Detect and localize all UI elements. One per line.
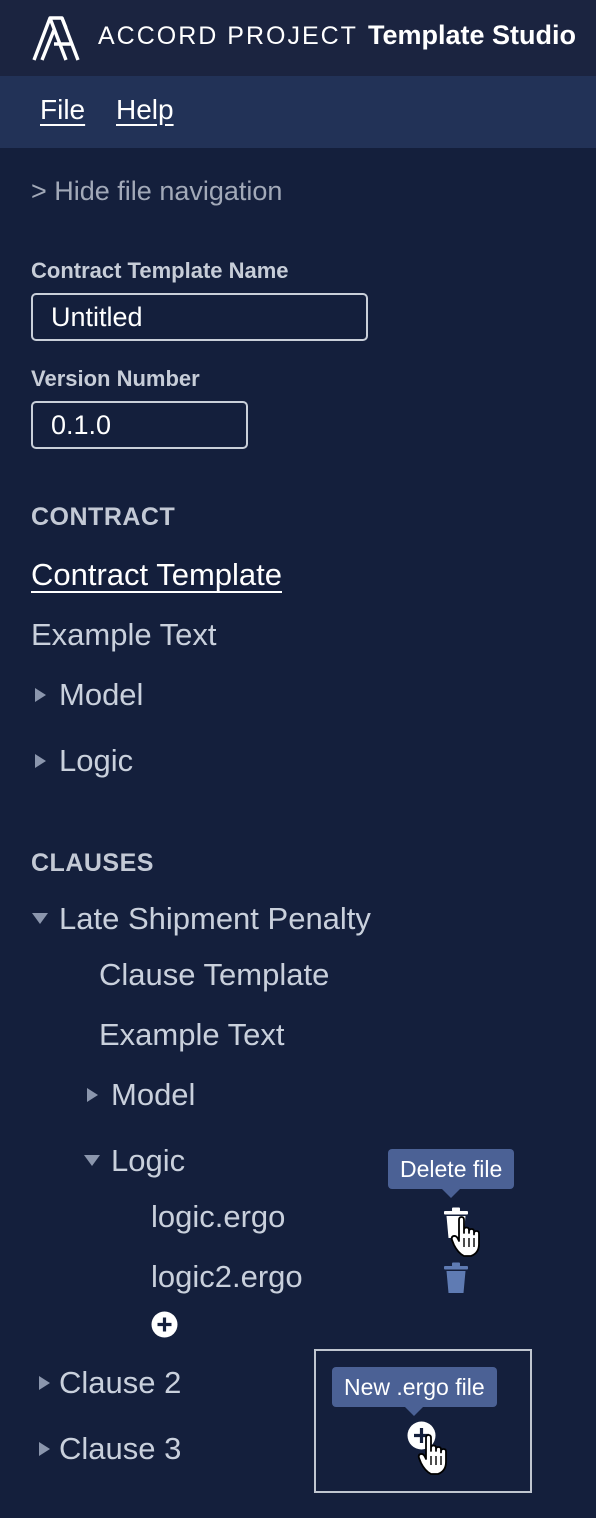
brand-name: ACCORD PROJECT	[98, 22, 358, 50]
logic-file-item[interactable]: logic.ergo	[151, 1199, 285, 1235]
clause-2-link[interactable]: Clause 2	[59, 1365, 181, 1401]
hand-cursor-icon	[417, 1434, 447, 1475]
expand-model-icon[interactable]	[35, 688, 46, 702]
clause-model-link[interactable]: Model	[111, 1077, 195, 1113]
logic2-file-item[interactable]: logic2.ergo	[151, 1259, 303, 1295]
new-ergo-file-tooltip: New .ergo file	[332, 1367, 497, 1416]
menu-bar: File Help	[0, 76, 596, 148]
app-header: ACCORD PROJECT Template Studio	[0, 0, 596, 76]
expand-logic-icon[interactable]	[35, 754, 46, 768]
expand-clause2-icon[interactable]	[39, 1376, 50, 1390]
contract-heading: CONTRACT	[31, 503, 176, 531]
expand-clause-model-icon[interactable]	[87, 1088, 98, 1102]
version-number-label: Version Number	[31, 366, 200, 391]
collapse-clause-icon[interactable]	[32, 913, 48, 924]
expand-clause3-icon[interactable]	[39, 1442, 50, 1456]
contract-model-link[interactable]: Model	[59, 677, 143, 713]
menu-file[interactable]: File	[40, 94, 85, 126]
menu-help[interactable]: Help	[116, 94, 174, 126]
add-file-icon[interactable]	[151, 1311, 178, 1338]
contract-template-link[interactable]: Contract Template	[31, 557, 282, 593]
delete-file-tooltip: Delete file	[388, 1149, 515, 1198]
version-number-input[interactable]	[31, 401, 248, 449]
clause-logic-link[interactable]: Logic	[111, 1143, 185, 1179]
trash-icon[interactable]	[443, 1262, 469, 1294]
clauses-heading: CLAUSES	[31, 849, 154, 877]
clause-3-link[interactable]: Clause 3	[59, 1431, 181, 1467]
app-title: Template Studio	[367, 20, 576, 50]
clause-template-link[interactable]: Clause Template	[99, 957, 329, 993]
accord-project-logo-icon	[32, 16, 80, 61]
clause-late-shipment-penalty[interactable]: Late Shipment Penalty	[59, 901, 371, 937]
clause-example-text-link[interactable]: Example Text	[99, 1017, 285, 1053]
contract-logic-link[interactable]: Logic	[59, 743, 133, 779]
template-name-label: Contract Template Name	[31, 258, 289, 283]
collapse-clause-logic-icon[interactable]	[84, 1155, 100, 1166]
hand-cursor-icon	[450, 1216, 480, 1257]
contract-example-text-link[interactable]: Example Text	[31, 617, 217, 653]
template-name-input[interactable]	[31, 293, 368, 341]
hide-file-navigation-link[interactable]: > Hide file navigation	[31, 176, 282, 207]
